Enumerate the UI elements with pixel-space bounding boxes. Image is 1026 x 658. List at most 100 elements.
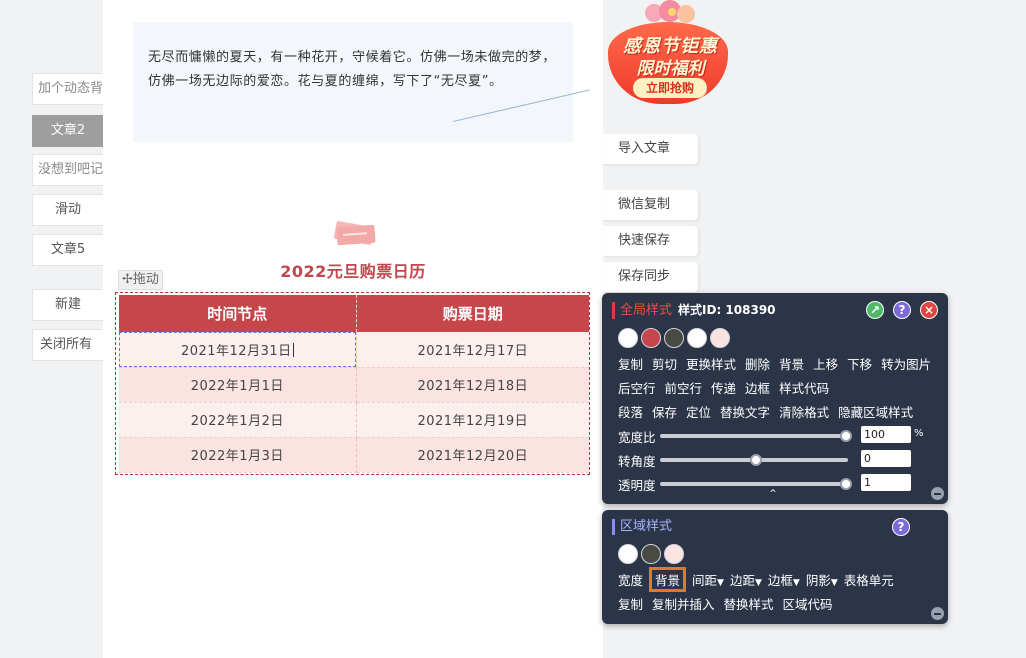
- article-tab-surprise[interactable]: 没想到吧记: [32, 154, 103, 186]
- blank-after-button[interactable]: 后空行: [618, 378, 656, 397]
- color-swatch[interactable]: [664, 544, 684, 564]
- help-icon[interactable]: ?: [892, 518, 910, 536]
- quick-save-button[interactable]: 快速保存: [603, 226, 698, 256]
- pass-button[interactable]: 传递: [711, 378, 736, 397]
- width-ratio-input[interactable]: [861, 426, 911, 443]
- replace-style-button[interactable]: 替换样式: [724, 594, 774, 613]
- calendar-title: 2022元旦购票日历: [280, 262, 426, 281]
- collapse-icon[interactable]: [931, 607, 944, 620]
- color-swatch[interactable]: [641, 544, 661, 564]
- move-up-button[interactable]: 上移: [813, 354, 838, 373]
- clear-format-button[interactable]: 清除格式: [779, 402, 829, 421]
- slider-track[interactable]: [660, 430, 852, 442]
- calendar-table: 时间节点 购票日期 2021年12月31日 2021年12月17日 2022年1…: [119, 295, 589, 473]
- calendar-table-region[interactable]: 时间节点 购票日期 2021年12月31日 2021年12月17日 2022年1…: [115, 292, 590, 475]
- to-image-button[interactable]: 转为图片: [881, 354, 931, 373]
- caret-down-icon: ▼: [792, 578, 800, 588]
- save-sync-button[interactable]: 保存同步: [603, 262, 698, 292]
- table-header-time[interactable]: 时间节点: [119, 295, 357, 332]
- paragraph-button[interactable]: 段落: [618, 402, 643, 421]
- region-actions-row-2: 复制 复制并插入 替换样式 区域代码: [618, 594, 833, 613]
- color-swatch[interactable]: [664, 328, 684, 348]
- article-tab-dynamic-bg[interactable]: 加个动态背: [32, 73, 103, 105]
- margin-dropdown[interactable]: 边距▼: [730, 570, 762, 589]
- table-cell-button[interactable]: 表格单元: [844, 570, 894, 589]
- border-button[interactable]: 边框: [745, 378, 770, 397]
- style-code-button[interactable]: 样式代码: [779, 378, 829, 397]
- locate-button[interactable]: 定位: [686, 402, 711, 421]
- slider-thumb[interactable]: [840, 478, 852, 490]
- blank-before-button[interactable]: 前空行: [665, 378, 703, 397]
- slider-track[interactable]: [660, 454, 848, 466]
- drag-handle[interactable]: ✢拖动: [118, 270, 163, 290]
- article-tab-2[interactable]: 文章2: [32, 115, 103, 147]
- global-actions-row-2: 后空行 前空行 传递 边框 样式代码: [618, 378, 829, 397]
- intro-text-block[interactable]: 无尽而慵懒的夏天，有一种花开，守候着它。仿佛一场未做完的梦，仿佛一场无边际的爱恋…: [133, 22, 573, 142]
- promo-banner[interactable]: 感恩节钜惠 限时福利 立即抢购: [603, 0, 738, 108]
- shadow-dropdown[interactable]: 阴影▼: [806, 570, 838, 589]
- opacity-input[interactable]: [861, 474, 911, 491]
- table-cell-selected[interactable]: 2021年12月31日: [119, 332, 357, 368]
- collapse-icon[interactable]: [931, 487, 944, 500]
- copy-region-button[interactable]: 复制: [618, 594, 643, 613]
- new-article-button[interactable]: 新建: [32, 289, 103, 321]
- promo-buy-button[interactable]: 立即抢购: [633, 78, 707, 98]
- replace-text-button[interactable]: 替换文字: [720, 402, 770, 421]
- table-cell[interactable]: 2022年1月2日: [119, 402, 357, 438]
- panel-title: 全局样式 样式ID: 108390: [612, 302, 776, 319]
- unit-label: %: [914, 428, 924, 439]
- rotation-slider: 转角度: [618, 450, 938, 469]
- region-code-button[interactable]: 区域代码: [783, 594, 833, 613]
- color-swatch[interactable]: [618, 544, 638, 564]
- promo-subtitle: 限时福利: [636, 59, 705, 79]
- import-article-button[interactable]: 导入文章: [603, 134, 698, 164]
- caret-down-icon: ▼: [830, 578, 838, 588]
- table-cell[interactable]: 2021年12月18日: [356, 367, 589, 403]
- table-header-date[interactable]: 购票日期: [356, 295, 589, 332]
- table-cell[interactable]: 2022年1月3日: [119, 437, 357, 473]
- move-down-button[interactable]: 下移: [847, 354, 872, 373]
- background-button-highlighted[interactable]: 背景: [649, 567, 687, 592]
- global-actions-row-3: 段落 保存 定位 替换文字 清除格式 隐藏区域样式: [618, 402, 913, 421]
- wechat-copy-button[interactable]: 微信复制: [603, 190, 698, 220]
- copy-insert-button[interactable]: 复制并插入: [652, 594, 715, 613]
- cut-button[interactable]: 剪切: [652, 354, 677, 373]
- table-cell[interactable]: 2021年12月19日: [356, 402, 589, 438]
- color-swatch[interactable]: [618, 328, 638, 348]
- color-swatch[interactable]: [641, 328, 661, 348]
- share-icon[interactable]: ↗: [866, 301, 884, 319]
- article-tab-slide[interactable]: 滑动: [32, 194, 103, 226]
- border-dropdown[interactable]: 边框▼: [768, 570, 800, 589]
- delete-button[interactable]: 删除: [745, 354, 770, 373]
- text-cursor: [292, 342, 294, 357]
- panel-title: 区域样式: [612, 519, 672, 535]
- background-button[interactable]: 背景: [779, 354, 804, 373]
- slider-thumb[interactable]: [750, 454, 762, 466]
- global-style-panel: 全局样式 样式ID: 108390 ↗ ? × 复制 剪切 更换样式 删除 背景 …: [602, 293, 948, 504]
- table-row: 2022年1月2日 2021年12月19日: [119, 402, 589, 438]
- article-tab-5[interactable]: 文章5: [32, 234, 103, 266]
- slider-track[interactable]: [660, 478, 852, 490]
- help-icon[interactable]: ?: [893, 301, 911, 319]
- hide-region-style-button[interactable]: 隐藏区域样式: [838, 402, 913, 421]
- change-style-button[interactable]: 更换样式: [686, 354, 736, 373]
- table-cell[interactable]: 2022年1月1日: [119, 367, 357, 403]
- color-swatches: [618, 328, 730, 348]
- editor-canvas[interactable]: 无尽而慵懒的夏天，有一种花开，守候着它。仿佛一场未做完的梦，仿佛一场无边际的爱恋…: [103, 0, 603, 658]
- save-button[interactable]: 保存: [652, 402, 677, 421]
- close-icon[interactable]: ×: [920, 301, 938, 319]
- rotation-input[interactable]: [861, 450, 911, 467]
- color-swatch[interactable]: [710, 328, 730, 348]
- width-button[interactable]: 宽度: [618, 570, 643, 589]
- table-cell[interactable]: 2021年12月20日: [356, 437, 589, 473]
- color-swatch[interactable]: [687, 328, 707, 348]
- copy-button[interactable]: 复制: [618, 354, 643, 373]
- width-ratio-slider: 宽度比 %: [618, 426, 938, 445]
- spacing-dropdown[interactable]: 间距▼: [692, 570, 724, 589]
- table-row: 2022年1月3日 2021年12月20日: [119, 437, 589, 473]
- slider-thumb[interactable]: [840, 430, 852, 442]
- caret-down-icon: ▼: [717, 578, 724, 588]
- close-all-button[interactable]: 关闭所有: [32, 329, 103, 361]
- table-cell[interactable]: 2021年12月17日: [356, 332, 589, 368]
- chevron-up-icon[interactable]: ⌃: [768, 487, 778, 501]
